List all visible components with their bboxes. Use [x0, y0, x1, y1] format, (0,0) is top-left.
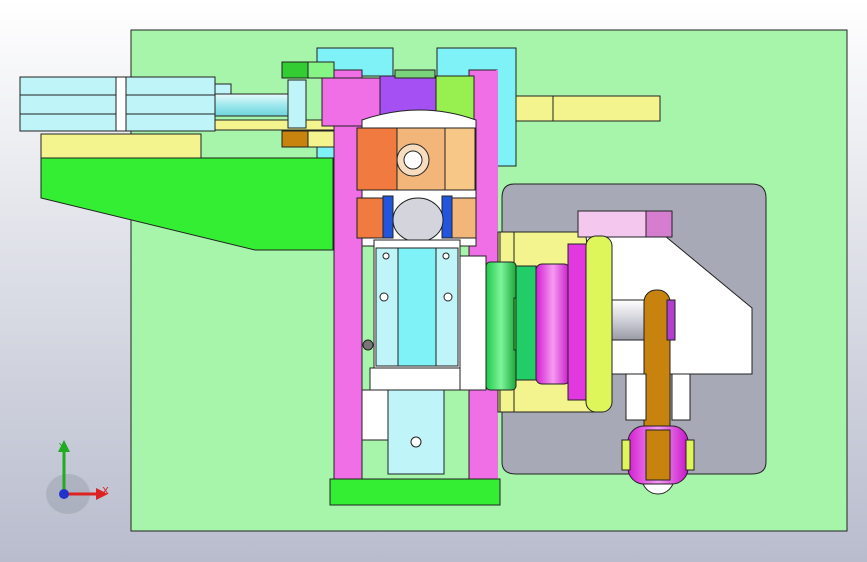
- yellow-bar-left: [40, 133, 202, 159]
- cad-viewport[interactable]: Y X: [0, 0, 867, 562]
- x-axis-label: X: [102, 486, 109, 497]
- cylinder-rod: [214, 93, 289, 117]
- pink-block: [577, 210, 647, 238]
- y-axis-label: Y: [59, 442, 66, 453]
- magenta-cylinder: [535, 263, 571, 385]
- orange-block: [356, 127, 398, 191]
- viewport-background: [0, 0, 867, 562]
- cam-disc: [585, 235, 613, 413]
- yellow-bar-right: [515, 95, 661, 122]
- green-bottom-bar: [329, 478, 501, 506]
- lower-slider: [387, 389, 445, 475]
- green-hub: [485, 261, 517, 391]
- z-axis-dot: [59, 489, 69, 499]
- coordinate-triad: Y X: [40, 436, 130, 516]
